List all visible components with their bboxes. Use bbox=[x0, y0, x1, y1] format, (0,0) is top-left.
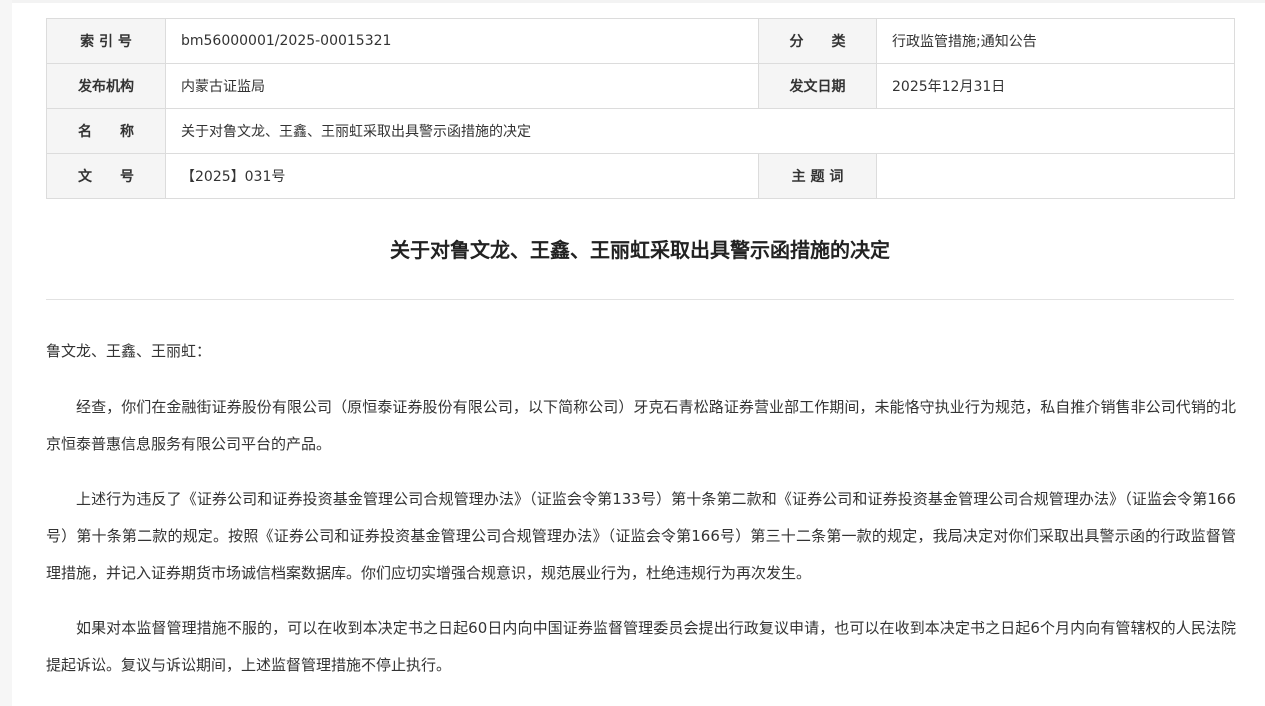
category-label: 分 类 bbox=[758, 18, 877, 64]
paragraph-violation-decision: 上述行为违反了《证券公司和证券投资基金管理公司合规管理办法》（证监会令第133号… bbox=[46, 490, 1236, 582]
metadata-row-name: 名 称 关于对鲁文龙、王鑫、王丽虹采取出具警示函措施的决定 bbox=[46, 108, 1235, 154]
document-metadata-table: 索 引 号 bm56000001/2025-00015321 分 类 行政监管措… bbox=[46, 18, 1235, 199]
title-divider bbox=[46, 299, 1234, 300]
left-edge bbox=[0, 0, 12, 706]
issue-date-value: 2025年12月31日 bbox=[876, 63, 1235, 109]
top-strip bbox=[0, 0, 1265, 3]
index-number-value: bm56000001/2025-00015321 bbox=[165, 18, 759, 64]
metadata-row-index: 索 引 号 bm56000001/2025-00015321 分 类 行政监管措… bbox=[46, 18, 1235, 64]
document-title: 关于对鲁文龙、王鑫、王丽虹采取出具警示函措施的决定 bbox=[390, 238, 890, 262]
publisher-label: 发布机构 bbox=[46, 63, 166, 109]
salutation: 鲁文龙、王鑫、王丽虹： bbox=[46, 342, 212, 360]
paragraph-appeal-rights: 如果对本监督管理措施不服的，可以在收到本决定书之日起60日内向中国证券监督管理委… bbox=[46, 619, 1236, 674]
publisher-value: 内蒙古证监局 bbox=[165, 63, 759, 109]
category-value: 行政监管措施;通知公告 bbox=[876, 18, 1235, 64]
metadata-row-publisher: 发布机构 内蒙古证监局 发文日期 2025年12月31日 bbox=[46, 63, 1235, 109]
document-name-label: 名 称 bbox=[46, 108, 166, 154]
document-name-value: 关于对鲁文龙、王鑫、王丽虹采取出具警示函措施的决定 bbox=[165, 108, 1235, 154]
page: 索 引 号 bm56000001/2025-00015321 分 类 行政监管措… bbox=[0, 0, 1265, 706]
document-number-label: 文 号 bbox=[46, 153, 166, 199]
index-number-label: 索 引 号 bbox=[46, 18, 166, 64]
issue-date-label: 发文日期 bbox=[758, 63, 877, 109]
keywords-label: 主 题 词 bbox=[758, 153, 877, 199]
metadata-row-docno: 文 号 【2025】031号 主 题 词 bbox=[46, 153, 1235, 199]
document-number-value: 【2025】031号 bbox=[165, 153, 759, 199]
keywords-value bbox=[876, 153, 1235, 199]
paragraph-findings: 经查，你们在金融街证券股份有限公司（原恒泰证券股份有限公司，以下简称公司）牙克石… bbox=[46, 398, 1236, 453]
